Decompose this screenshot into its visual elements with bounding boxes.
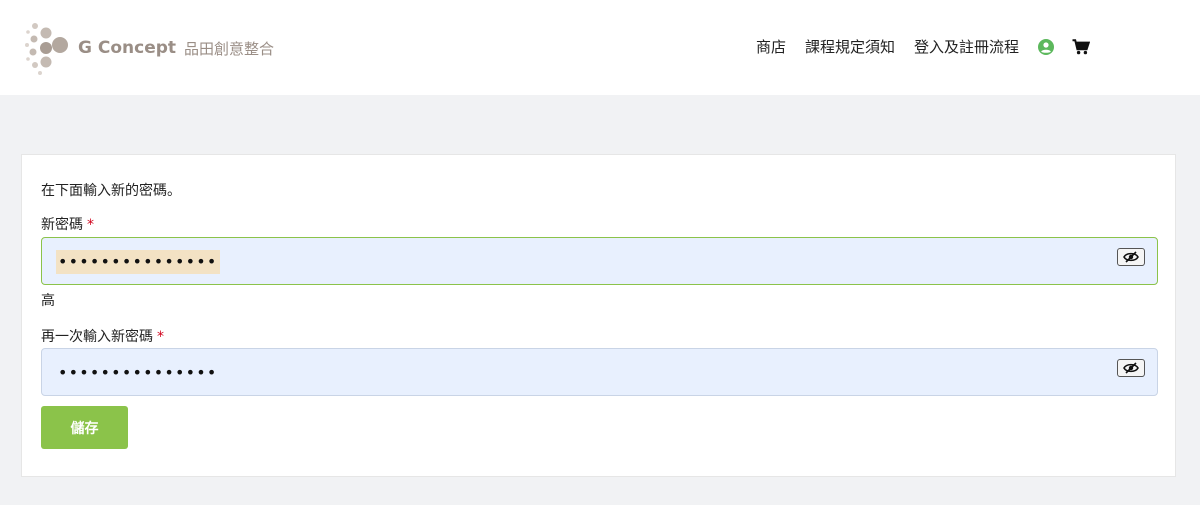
user-circle-icon [1038, 39, 1055, 55]
brand-subtitle: 品田創意整合 [184, 39, 275, 58]
form-intro: 在下面輸入新的密碼。 [41, 183, 181, 199]
toggle-visibility-button[interactable] [1117, 359, 1145, 377]
confirm-password-input[interactable]: ••••••••••••••• [56, 361, 220, 385]
new-password-label: 新密碼 * [41, 214, 94, 234]
eye-slash-icon [1123, 251, 1139, 263]
eye-slash-icon [1123, 362, 1139, 374]
toggle-visibility-button[interactable] [1117, 248, 1145, 266]
account-link[interactable] [1038, 39, 1055, 55]
confirm-password-field[interactable]: ••••••••••••••• [41, 348, 1158, 396]
confirm-password-label: 再一次輸入新密碼 * [41, 326, 164, 346]
confirm-password-label-text: 再一次輸入新密碼 [41, 329, 153, 345]
site-header: G Concept 品田創意整合 商店 課程規定須知 登入及註冊流程 [0, 0, 1200, 95]
new-password-input[interactable]: ••••••••••••••• [56, 250, 220, 274]
required-mark: * [157, 329, 164, 345]
reset-password-card: 在下面輸入新的密碼。 新密碼 * ••••••••••••••• 高 再一次輸入新… [21, 154, 1176, 477]
new-password-label-text: 新密碼 [41, 217, 83, 233]
nav-item-shop[interactable]: 商店 [756, 36, 786, 58]
brand-name: G Concept [78, 38, 177, 58]
password-strength: 高 [41, 293, 55, 309]
brand-dots-icon [25, 23, 68, 75]
nav-item-course-rules[interactable]: 課程規定須知 [805, 36, 895, 58]
required-mark: * [87, 217, 94, 233]
nav-item-login-register[interactable]: 登入及註冊流程 [914, 36, 1019, 58]
cart-link[interactable] [1072, 39, 1091, 55]
main-nav: 商店 課程規定須知 登入及註冊流程 [756, 36, 1108, 58]
new-password-field[interactable]: ••••••••••••••• [41, 237, 1158, 285]
save-button[interactable]: 儲存 [41, 406, 128, 449]
shopping-cart-icon [1072, 39, 1091, 55]
site-logo[interactable]: G Concept 品田創意整合 [24, 18, 274, 78]
